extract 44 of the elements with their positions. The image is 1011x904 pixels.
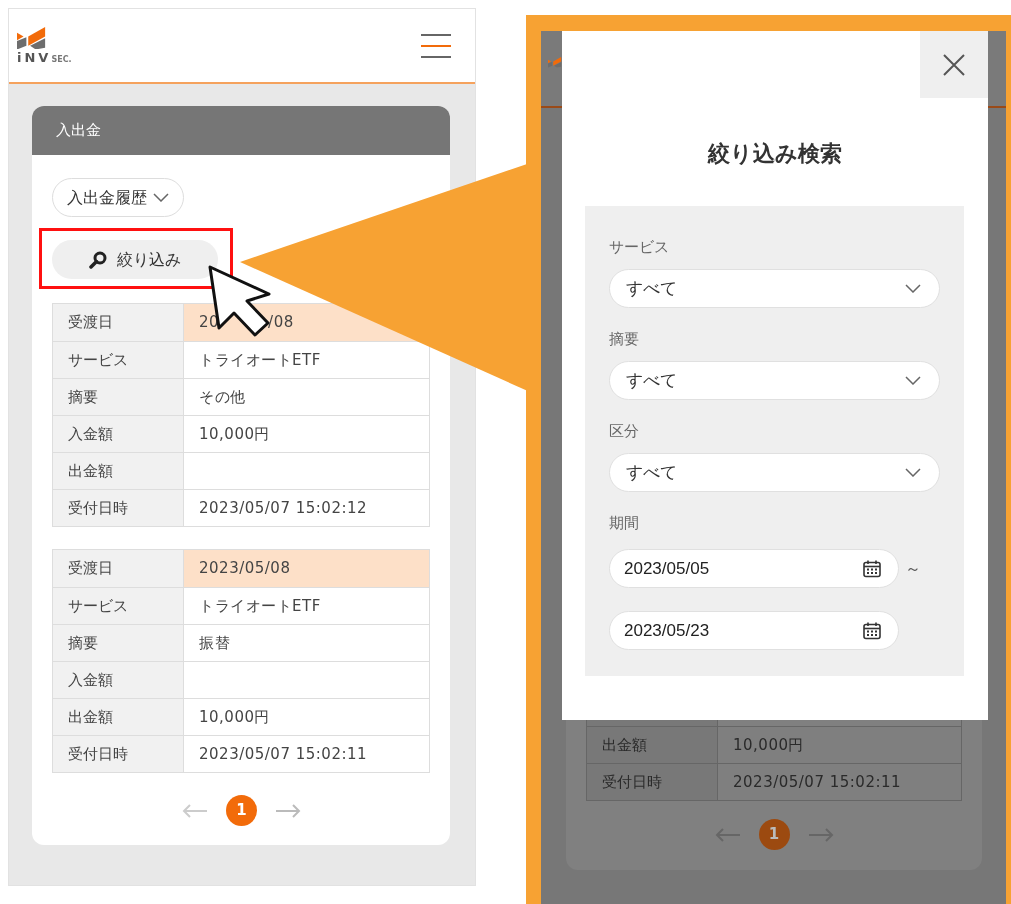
table-cell: 出金額 [587,727,718,763]
select-field[interactable]: すべて [609,269,940,308]
chevron-down-icon [153,193,169,202]
section-title: 入出金 [56,120,101,142]
close-button[interactable] [920,31,988,98]
search-icon [89,250,107,269]
table-cell: サービス [53,342,184,378]
table-cell: 摘要 [53,379,184,415]
table-cell: 受付日時 [587,764,718,800]
calendar-icon[interactable] [862,620,882,641]
table-cell: 受付日時 [53,736,184,772]
chevron-down-icon [905,468,921,477]
logo-suffix: SEC. [51,56,72,65]
date-field[interactable]: 2023/05/23 [609,611,899,650]
select-field[interactable]: すべて [609,361,940,400]
field-label: サービス [609,238,670,256]
menu-icon[interactable] [421,32,451,59]
field-label: 期間 [609,514,640,532]
dialog-title: 絞り込み検索 [708,141,842,167]
chevron-down-icon [905,284,921,293]
filter-button[interactable]: 絞り込み [52,240,218,279]
table-cell: 摘要 [53,625,184,661]
table-cell: 入金額 [53,416,184,452]
range-separator: ～ [905,557,921,580]
table-cell: 受付日時 [53,490,184,526]
date-field[interactable]: 2023/05/05 [609,549,899,588]
calendar-icon[interactable] [862,558,882,579]
cell-text: 20 [199,312,220,334]
table-cell: 出金額 [53,699,184,735]
table-cell: 出金額 [53,453,184,489]
table-cell: 入金額 [53,662,184,698]
select-field[interactable]: すべて [609,453,940,492]
table-cell: 2023/05/08 [184,550,429,587]
history-dropdown[interactable]: 入出金履歴 [52,178,184,217]
logo-icon [17,26,47,50]
chevron-down-icon [905,376,921,385]
table-cell: 受渡日 [53,550,184,587]
table-cell: サービス [53,588,184,624]
field-label: 摘要 [609,330,640,348]
cell-text: /08 [268,312,294,334]
logo-text: iNV [17,51,52,65]
close-icon [943,53,965,76]
table-cell: 受渡日 [53,304,184,341]
field-label: 区分 [609,422,640,440]
